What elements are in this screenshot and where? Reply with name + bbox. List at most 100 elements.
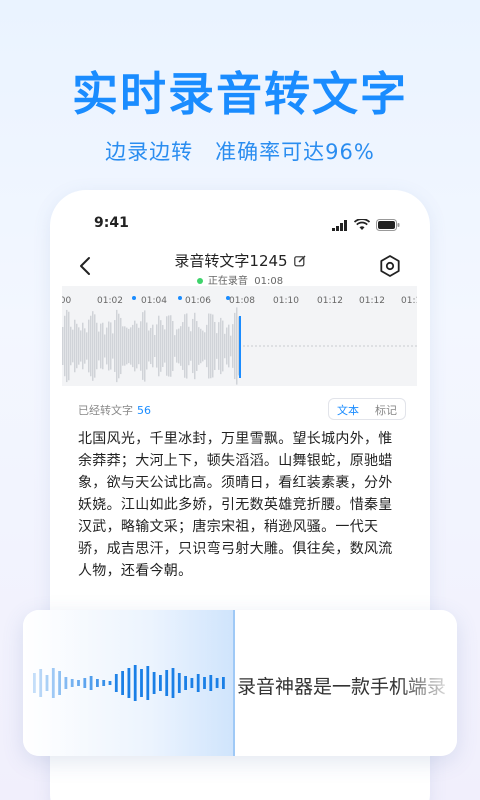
status-bar: 9:41 [50, 190, 430, 252]
waveform-bar [74, 319, 76, 373]
waveform-bar [228, 324, 230, 368]
waveform-bar [174, 335, 176, 357]
waveform-bar [204, 332, 206, 360]
sound-wave-bar [51, 668, 55, 698]
waveform-bar [170, 315, 172, 377]
sound-wave-bar [96, 679, 99, 687]
waveform-bar [78, 327, 80, 365]
waveform-bar [66, 309, 68, 383]
waveform-bar [218, 322, 220, 370]
waveform-bar [166, 316, 168, 376]
waveform-bar [80, 330, 82, 362]
waveform-bar [124, 326, 126, 366]
sound-wave-bar [152, 672, 156, 694]
tab-text[interactable]: 文本 [329, 399, 367, 419]
waveform-bar [144, 310, 146, 382]
sound-wave-bar [177, 673, 181, 693]
hero-title: 实时录音转文字 [72, 67, 408, 121]
waveform-bar [182, 322, 184, 370]
sound-wave-bar [159, 675, 162, 691]
waveform-bar [208, 313, 210, 379]
waveform-bar [116, 309, 118, 383]
waveform-panel[interactable]: :0001:0201:0401:0601:0801:1001:1201:1201… [62, 286, 417, 386]
waveform-bar [92, 311, 94, 381]
sound-wave-bar [133, 665, 137, 701]
converted-label: 已经转文字 [78, 404, 133, 417]
converted-count: 56 [137, 404, 151, 417]
waveform-bar [134, 320, 136, 372]
waveform-bar [202, 330, 204, 362]
recording-dot-icon [196, 278, 203, 284]
sound-wave-bar [215, 678, 219, 688]
waveform-bar [154, 334, 156, 358]
view-tabs: 文本 标记 [328, 398, 406, 420]
waveform-bar [114, 320, 116, 372]
recording-title-row[interactable]: 录音转文字1245 [50, 250, 430, 271]
waveform-bar [178, 328, 180, 364]
waveform-bar [76, 323, 78, 369]
sound-wave-bar [70, 679, 74, 687]
card-divider [233, 610, 235, 756]
sound-wave-bar [222, 677, 225, 689]
sound-wave-bar [114, 674, 118, 692]
nav-bar: 录音转文字1245 正在录音 01:08 [50, 248, 430, 290]
waveform-bar [130, 327, 132, 365]
sound-wave-bar [127, 668, 131, 698]
waveform-bar [72, 329, 74, 363]
waveform-bar [104, 334, 106, 358]
waveform-bar [222, 320, 224, 372]
sound-wave-bar [77, 680, 80, 686]
sound-wave-bar [140, 669, 143, 697]
waveform-bar [96, 322, 98, 370]
waveform-bar [126, 327, 128, 365]
recording-status: 正在录音 01:08 [50, 272, 430, 287]
waveform-bar [98, 331, 100, 361]
sound-wave-bar [83, 678, 87, 688]
waveform-bar [164, 329, 166, 363]
sound-wave-bar [184, 676, 187, 690]
waveform-bar [106, 327, 108, 365]
waveform-bar [120, 317, 122, 375]
settings-button[interactable] [378, 254, 402, 278]
settings-hexagon-icon [380, 255, 400, 277]
waveform-bar [172, 320, 174, 372]
waveform-bar [210, 313, 212, 379]
waveform-bar [68, 311, 70, 381]
waveform-bar [138, 327, 140, 365]
waveform-bar [148, 330, 150, 362]
tab-marks[interactable]: 标记 [367, 399, 405, 419]
waveform-bar [176, 329, 178, 363]
sound-wave-bar [102, 680, 106, 686]
waveform-bar [86, 332, 88, 360]
waveform-bar [156, 324, 158, 368]
waveform-bar [62, 327, 64, 365]
hero-subtitle: 边录边转 准确率可达96% [105, 140, 375, 164]
waveform-bar [70, 326, 72, 366]
waveform-bar [234, 312, 236, 380]
waveform-bar [236, 307, 238, 385]
waveform-bar [206, 324, 208, 368]
sound-wave-bar [190, 678, 194, 688]
waveform-bar [198, 327, 200, 365]
edit-icon[interactable] [293, 253, 306, 271]
sound-wave-bar [33, 673, 36, 693]
wifi-icon [353, 216, 371, 235]
waveform-bar [112, 333, 114, 359]
waveform-bar [212, 314, 214, 378]
sound-wave-bar [108, 681, 112, 685]
waveform-bar [132, 324, 134, 368]
waveform-bar [230, 335, 232, 357]
waveform-bar [192, 318, 194, 374]
waveform-bar [168, 315, 170, 377]
status-time: 9:41 [94, 215, 129, 231]
waveform-bar [64, 315, 66, 377]
waveform-bar [88, 319, 90, 373]
waveform-bar [140, 321, 142, 371]
waveform-bar [146, 322, 148, 370]
playhead [239, 316, 241, 378]
waveform-bar [224, 333, 226, 359]
converted-counter: 已经转文字 56 [78, 402, 151, 418]
waveform-bar [232, 324, 234, 368]
waveform-bar [190, 331, 192, 361]
waveform-bar [220, 317, 222, 375]
